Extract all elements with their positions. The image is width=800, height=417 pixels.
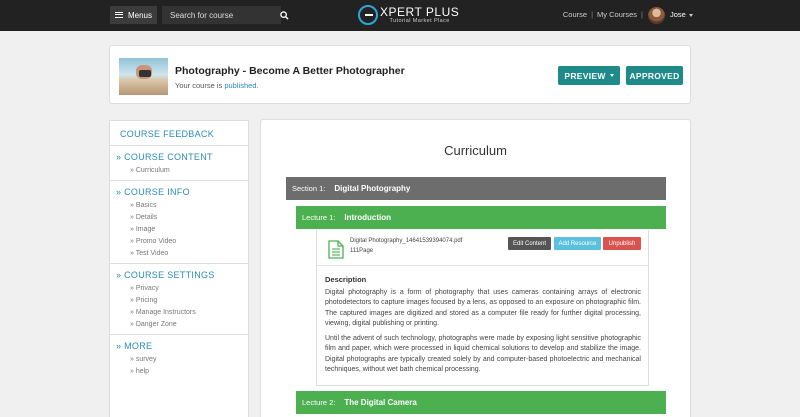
section-name: Digital Photography (334, 184, 411, 193)
search-box (162, 6, 289, 24)
sidebar-item-pricing[interactable]: » Pricing (116, 297, 248, 304)
sidebar-item-image[interactable]: » Image (116, 226, 248, 233)
sidebar-item-privacy[interactable]: » Privacy (116, 285, 248, 292)
site-logo[interactable]: XPERT PLUS Tutorial Market Place (358, 3, 459, 27)
lecture-name: The Digital Camera (344, 398, 417, 407)
sidebar-feedback-section: COURSE FEEDBACK (110, 121, 248, 146)
resource-row: Digital Photography_14641539394074.pdf 1… (317, 230, 648, 266)
resource-page-count: 111Page (350, 248, 374, 254)
page-title: Curriculum (444, 143, 507, 158)
course-header-card: Photography - Become A Better Photograph… (109, 45, 691, 104)
sidebar-item-promo-video[interactable]: » Promo Video (116, 238, 248, 245)
lecture-label: Lecture 2: (302, 398, 336, 407)
resource-file-name[interactable]: Digital Photography_14641539394074.pdf (350, 238, 462, 244)
top-nav-links: Course | My Courses | (563, 10, 643, 19)
course-sidebar: COURSE FEEDBACK » COURSE CONTENT » Curri… (109, 120, 249, 417)
sidebar-heading-course-info[interactable]: » COURSE INFO (116, 187, 248, 197)
lecture-header[interactable]: Lecture 1: Introduction (296, 206, 666, 229)
sidebar-item-survey[interactable]: » survey (116, 356, 248, 363)
chevron-down-icon (688, 13, 693, 17)
sidebar-heading-more[interactable]: » MORE (116, 341, 248, 351)
nav-course-link[interactable]: Course (563, 10, 587, 19)
sidebar-heading-course-content[interactable]: » COURSE CONTENT (116, 152, 248, 162)
search-icon[interactable] (280, 6, 289, 24)
course-thumbnail (119, 58, 168, 95)
document-icon (328, 240, 344, 264)
sidebar-heading-course-settings[interactable]: » COURSE SETTINGS (116, 270, 248, 280)
sidebar-item-help[interactable]: » help (116, 368, 248, 375)
menus-button[interactable]: Menus (110, 6, 157, 24)
sidebar-item-details[interactable]: » Details (116, 214, 248, 221)
sidebar-section-info: » COURSE INFO » Basics » Details » Image… (110, 181, 248, 264)
sidebar-section-content: » COURSE CONTENT » Curriculum (110, 146, 248, 181)
user-name: Jose (670, 10, 686, 19)
edit-content-button[interactable]: Edit Content (508, 237, 551, 250)
sidebar-item-curriculum[interactable]: » Curriculum (116, 167, 248, 174)
nav-my-courses-link[interactable]: My Courses (597, 10, 637, 19)
chevron-down-icon (609, 74, 614, 77)
nav-separator: | (591, 10, 594, 19)
user-avatar[interactable] (648, 7, 665, 24)
description-paragraph: Until the advent of such technology, pho… (325, 335, 641, 373)
course-status: Your course is published. (175, 81, 259, 90)
section-header[interactable]: Section 1: Digital Photography (286, 177, 666, 200)
description-paragraph: Digital photography is a form of photogr… (325, 289, 641, 327)
logo-e-icon (358, 5, 378, 25)
add-resource-button[interactable]: Add Resource (554, 237, 601, 250)
sidebar-item-basics[interactable]: » Basics (116, 202, 248, 209)
hamburger-icon (114, 12, 123, 18)
description-heading: Description (325, 275, 367, 284)
sidebar-item-danger-zone[interactable]: » Danger Zone (116, 321, 248, 328)
status-prefix: Your course is (175, 81, 225, 90)
lecture-name: Introduction (344, 213, 392, 222)
lecture-header[interactable]: Lecture 2: The Digital Camera (296, 391, 666, 414)
course-title: Photography - Become A Better Photograph… (175, 65, 405, 77)
top-navbar: Menus XPERT PLUS Tutorial Market Place C… (0, 0, 800, 31)
curriculum-panel: Curriculum Section 1: Digital Photograph… (260, 119, 691, 417)
search-input[interactable] (162, 6, 280, 24)
preview-button[interactable]: PREVIEW (558, 66, 620, 85)
nav-separator: | (641, 10, 643, 19)
sidebar-section-more: » MORE » survey » help (110, 335, 248, 381)
sidebar-section-settings: » COURSE SETTINGS » Privacy » Pricing » … (110, 264, 248, 335)
unpublish-button[interactable]: Unpublish (603, 237, 641, 250)
menus-label: Menus (127, 10, 152, 20)
section-label: Section 1: (292, 184, 326, 193)
status-published-link[interactable]: published. (224, 81, 258, 90)
sidebar-item-manage-instructors[interactable]: » Manage Instructors (116, 309, 248, 316)
logo-title: XPERT PLUS (380, 5, 460, 19)
logo-subtitle: Tutorial Market Place (389, 18, 450, 24)
lecture-label: Lecture 1: (302, 213, 336, 222)
sidebar-item-test-video[interactable]: » Test Video (116, 250, 248, 257)
approved-button[interactable]: APPROVED (626, 66, 683, 85)
lecture-body: Digital Photography_14641539394074.pdf 1… (316, 230, 649, 386)
preview-label: PREVIEW (564, 70, 606, 81)
user-menu[interactable]: Jose (670, 10, 693, 19)
sidebar-item-course-feedback[interactable]: COURSE FEEDBACK (120, 129, 248, 139)
